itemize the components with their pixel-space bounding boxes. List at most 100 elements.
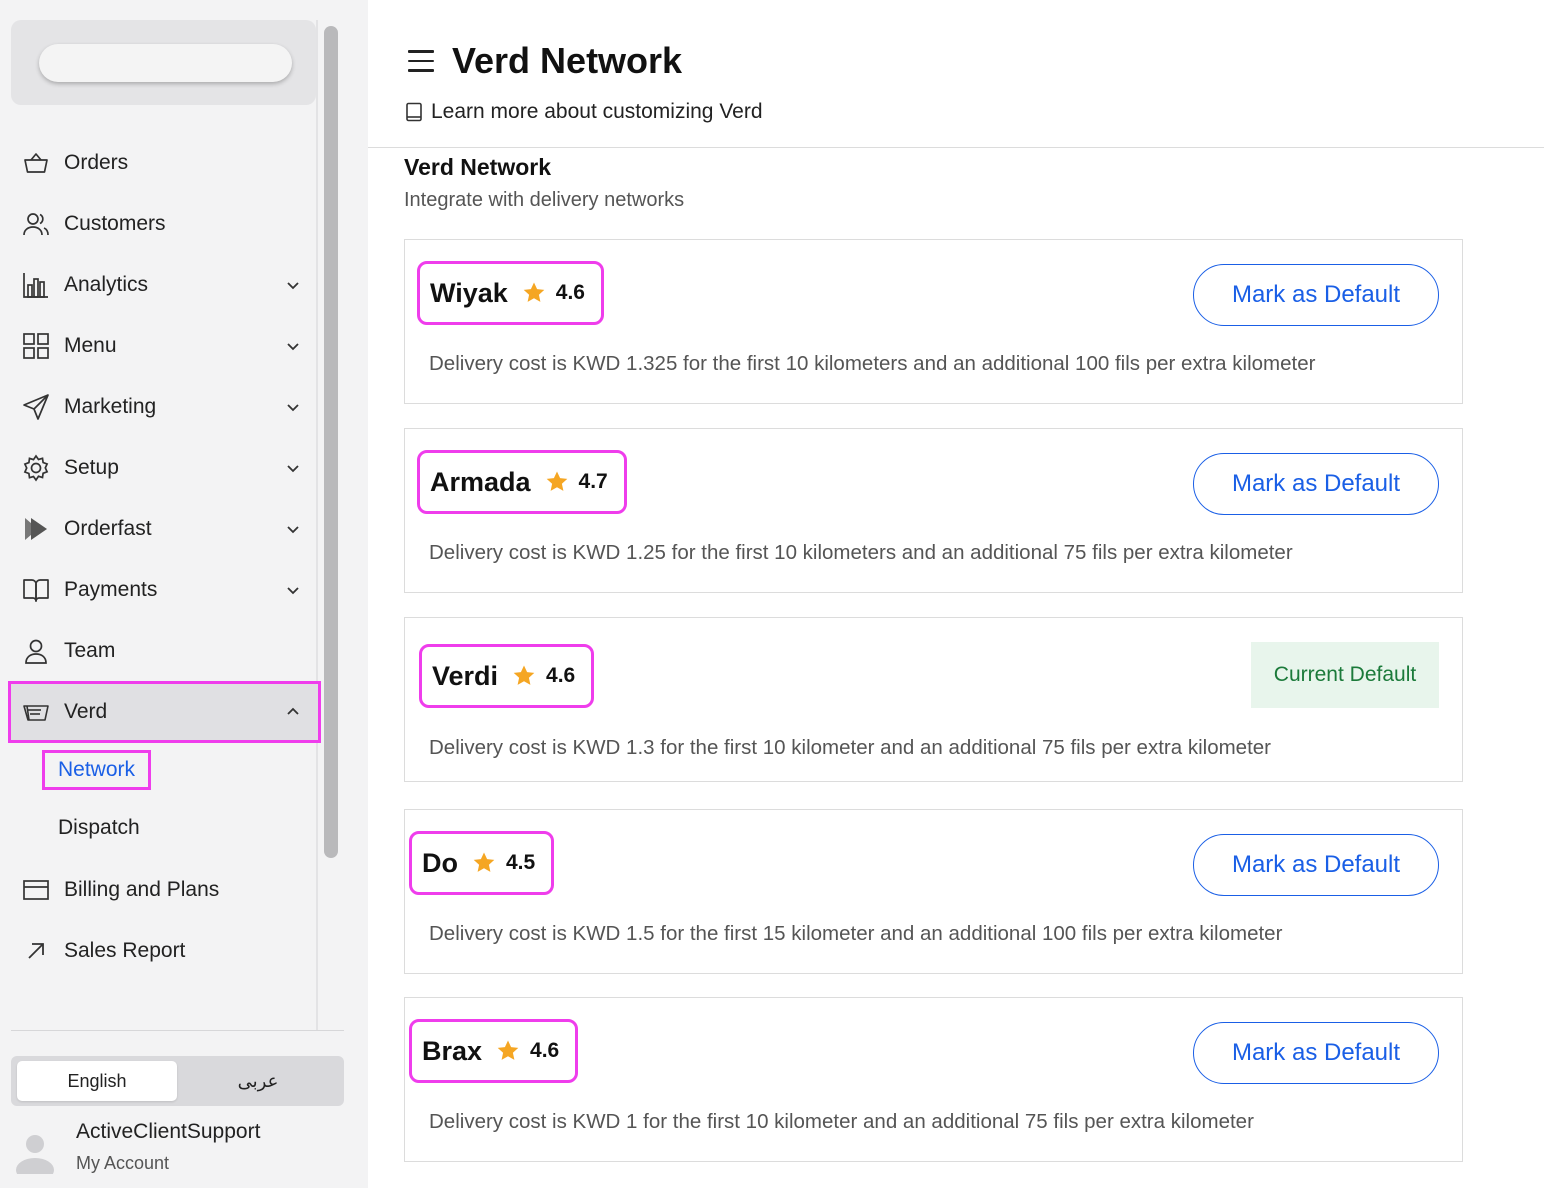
account-menu[interactable]: ActiveClientSupport My Account bbox=[14, 1120, 344, 1180]
language-arabic[interactable]: عربى bbox=[178, 1061, 338, 1101]
bar-chart-icon bbox=[22, 271, 50, 299]
star-icon bbox=[523, 282, 545, 302]
star-icon bbox=[473, 852, 495, 872]
mark-as-default-button[interactable]: Mark as Default bbox=[1193, 264, 1439, 326]
sidebar-item-label: Setup bbox=[64, 456, 119, 479]
sidebar-subitem-network[interactable]: Network bbox=[42, 750, 152, 790]
play-icon bbox=[22, 515, 50, 543]
provider-name: Brax bbox=[422, 1035, 483, 1066]
star-icon bbox=[497, 1040, 519, 1060]
provider-name-box: Armada 4.7 bbox=[417, 450, 627, 514]
provider-rating: 4.6 bbox=[555, 281, 585, 304]
sidebar-scrollbar[interactable] bbox=[324, 26, 338, 858]
provider-description: Delivery cost is KWD 1 for the first 10 … bbox=[429, 1110, 1254, 1133]
account-link[interactable]: My Account bbox=[76, 1153, 169, 1174]
sidebar-item-customers[interactable]: Customers bbox=[11, 196, 318, 252]
store-name-pill[interactable] bbox=[39, 44, 292, 82]
sidebar-item-label: Payments bbox=[64, 578, 158, 601]
sidebar-item-billing[interactable]: Billing and Plans bbox=[11, 862, 318, 918]
provider-name: Verdi bbox=[432, 660, 499, 691]
sidebar-item-orders[interactable]: Orders bbox=[11, 135, 318, 191]
avatar bbox=[16, 1135, 54, 1174]
chevron-up-icon[interactable] bbox=[283, 702, 303, 722]
credit-card-icon bbox=[22, 876, 50, 904]
sidebar-item-label: Verd bbox=[64, 700, 108, 723]
sidebar-item-payments[interactable]: Payments bbox=[11, 562, 318, 618]
chevron-down-icon[interactable] bbox=[283, 275, 303, 295]
language-english[interactable]: English bbox=[17, 1061, 177, 1101]
mark-as-default-button[interactable]: Mark as Default bbox=[1193, 453, 1439, 515]
sidebar-item-analytics[interactable]: Analytics bbox=[11, 257, 318, 313]
section-title: Verd Network bbox=[404, 154, 551, 180]
users-icon bbox=[22, 210, 50, 238]
provider-name: Do bbox=[422, 847, 458, 878]
provider-description: Delivery cost is KWD 1.3 for the first 1… bbox=[429, 736, 1271, 759]
provider-name-box: Verdi 4.6 bbox=[419, 644, 595, 708]
page-title: Verd Network bbox=[452, 40, 683, 81]
book-open-icon bbox=[22, 576, 50, 604]
send-icon bbox=[22, 393, 50, 421]
provider-rating: 4.6 bbox=[530, 1039, 560, 1062]
chevron-down-icon[interactable] bbox=[283, 519, 303, 539]
provider-rating: 4.5 bbox=[506, 851, 536, 874]
provider-rating: 4.6 bbox=[546, 664, 576, 687]
sidebar-item-label: Customers bbox=[64, 212, 166, 235]
header-divider bbox=[368, 147, 1544, 148]
sidebar-item-label: Marketing bbox=[64, 395, 157, 418]
provider-name-box: Wiyak 4.6 bbox=[417, 261, 604, 325]
provider-card-brax: Brax 4.6 Mark as Default Delivery cost i… bbox=[404, 997, 1463, 1162]
user-icon bbox=[22, 637, 50, 665]
sidebar-subitem-dispatch[interactable]: Dispatch bbox=[58, 816, 140, 840]
sidebar-divider bbox=[11, 1030, 344, 1031]
shopping-basket-icon bbox=[22, 149, 50, 177]
provider-description: Delivery cost is KWD 1.25 for the first … bbox=[429, 541, 1293, 564]
provider-name: Wiyak bbox=[430, 277, 508, 308]
provider-description: Delivery cost is KWD 1.325 for the first… bbox=[429, 352, 1316, 375]
book-icon bbox=[406, 102, 422, 122]
sidebar-item-marketing[interactable]: Marketing bbox=[11, 379, 318, 435]
sidebar-item-verd[interactable]: Verd bbox=[8, 681, 321, 743]
provider-card-wiyak: Wiyak 4.6 Mark as Default Delivery cost … bbox=[404, 239, 1463, 404]
grid-icon bbox=[22, 332, 50, 360]
mark-as-default-button[interactable]: Mark as Default bbox=[1193, 1022, 1439, 1084]
sidebar-item-sales-report[interactable]: Sales Report bbox=[11, 923, 318, 979]
section-subtitle: Integrate with delivery networks bbox=[404, 189, 685, 211]
sidebar-item-label: Analytics bbox=[64, 273, 149, 296]
sidebar-item-label: Team bbox=[64, 639, 116, 662]
sidebar-item-label: Menu bbox=[64, 334, 117, 357]
sidebar-item-label: Orderfast bbox=[64, 517, 152, 540]
sidebar-item-label: Orders bbox=[64, 151, 129, 174]
provider-name-box: Do 4.5 bbox=[409, 831, 555, 895]
provider-name: Armada bbox=[430, 466, 531, 497]
provider-card-armada: Armada 4.7 Mark as Default Delivery cost… bbox=[404, 428, 1463, 593]
gear-icon bbox=[22, 454, 50, 482]
sidebar-item-menu[interactable]: Menu bbox=[11, 318, 318, 374]
menu-toggle-icon[interactable] bbox=[408, 50, 434, 74]
provider-rating: 4.7 bbox=[578, 470, 608, 493]
provider-description: Delivery cost is KWD 1.5 for the first 1… bbox=[429, 922, 1283, 945]
app-root: Orders Customers Analytics Menu Marketin… bbox=[0, 0, 1544, 1188]
learn-more-link[interactable]: Learn more about customizing Verd bbox=[405, 100, 763, 124]
sidebar-item-orderfast[interactable]: Orderfast bbox=[11, 501, 318, 557]
provider-card-verdi: Verdi 4.6 Current Default Delivery cost … bbox=[404, 617, 1463, 782]
account-name: ActiveClientSupport bbox=[76, 1120, 261, 1143]
store-selector[interactable] bbox=[11, 20, 316, 105]
learn-more-text: Learn more about customizing Verd bbox=[431, 100, 763, 123]
chevron-down-icon[interactable] bbox=[283, 397, 303, 417]
main-content: Verd Network Learn more about customizin… bbox=[368, 0, 1544, 1188]
current-default-badge: Current Default bbox=[1251, 642, 1439, 708]
star-icon bbox=[513, 665, 535, 685]
mark-as-default-button[interactable]: Mark as Default bbox=[1193, 834, 1439, 896]
star-icon bbox=[546, 471, 567, 491]
chevron-down-icon[interactable] bbox=[283, 336, 303, 356]
language-switcher: English عربى bbox=[11, 1056, 344, 1106]
sidebar: Orders Customers Analytics Menu Marketin… bbox=[0, 0, 368, 1188]
sidebar-item-setup[interactable]: Setup bbox=[11, 440, 318, 496]
sidebar-item-label: Sales Report bbox=[64, 939, 186, 962]
sidebar-item-label: Billing and Plans bbox=[64, 878, 220, 901]
arrow-up-right-icon bbox=[22, 937, 50, 965]
chevron-down-icon[interactable] bbox=[283, 580, 303, 600]
provider-card-do: Do 4.5 Mark as Default Delivery cost is … bbox=[404, 809, 1463, 974]
sidebar-item-team[interactable]: Team bbox=[11, 623, 318, 679]
chevron-down-icon[interactable] bbox=[283, 458, 303, 478]
